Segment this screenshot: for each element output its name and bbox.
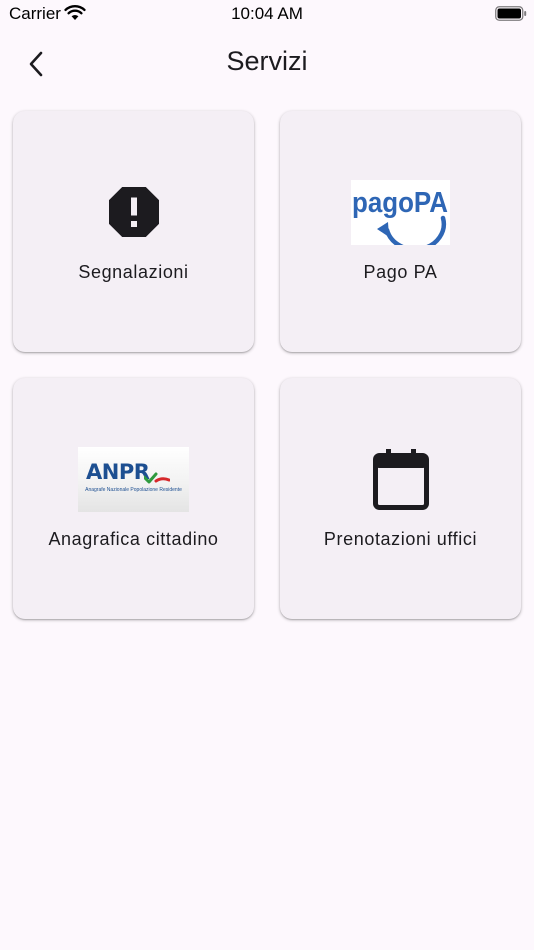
- service-card-anagrafica-cittadino[interactable]: ANPR Anagrafe Nazionale Popolazione Resi…: [13, 378, 254, 619]
- calendar-icon: [372, 449, 429, 510]
- service-label: Prenotazioni uffici: [323, 529, 478, 549]
- anpr-logo-subtext: Anagrafe Nazionale Popolazione Residente: [85, 487, 182, 493]
- anpr-checkmark-icon: [144, 472, 170, 484]
- app-bar: Servizi: [0, 36, 534, 90]
- battery-icon: [495, 6, 527, 26]
- service-card-pago-pa[interactable]: pagoPA Pago PA: [280, 111, 521, 352]
- service-label: Segnalazioni: [78, 262, 189, 282]
- service-label: Pago PA: [363, 262, 438, 282]
- anpr-logo: ANPR Anagrafe Nazionale Popolazione Resi…: [78, 447, 189, 512]
- status-time: 10:04 AM: [231, 4, 303, 23]
- page-title: Servizi: [226, 46, 308, 76]
- service-label: Anagrafica cittadino: [48, 529, 219, 549]
- alert-octagon-icon: [108, 187, 159, 237]
- pagopa-logo: pagoPA: [351, 180, 450, 245]
- anpr-logo-text: ANPR: [86, 460, 150, 484]
- pagopa-logo-text: pagoPA: [352, 187, 448, 219]
- status-bar: Carrier 10:04 AM: [0, 0, 534, 28]
- service-card-segnalazioni[interactable]: Segnalazioni: [13, 111, 254, 352]
- service-card-prenotazioni-uffici[interactable]: Prenotazioni uffici: [280, 378, 521, 619]
